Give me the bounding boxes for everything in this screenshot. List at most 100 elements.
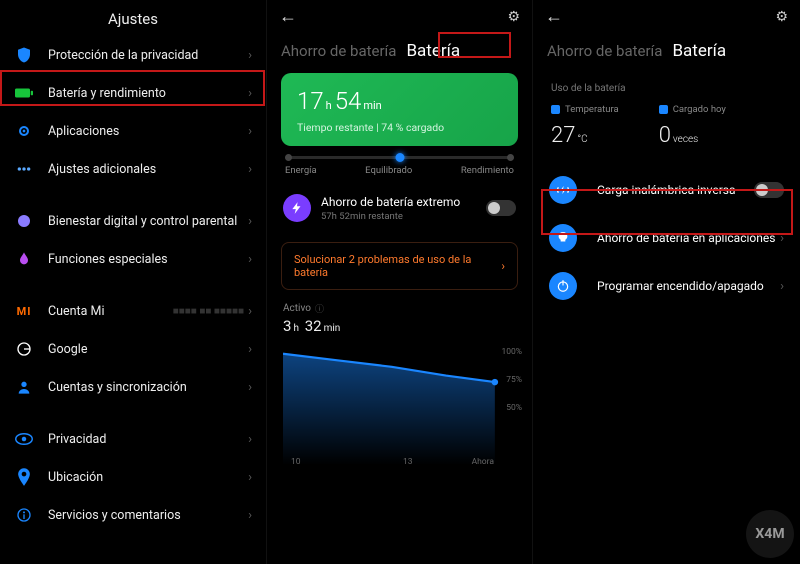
charged-label: Cargado hoy: [673, 104, 726, 115]
chevron-right-icon: ›: [248, 124, 252, 139]
hours-unit: h: [326, 99, 332, 112]
chevron-right-icon: ›: [780, 231, 784, 246]
chevron-right-icon: ›: [248, 380, 252, 395]
hours-value: 17: [297, 87, 324, 115]
power-icon: [549, 272, 577, 300]
chevron-right-icon: ›: [248, 432, 252, 447]
more-icon: [14, 159, 34, 179]
fix-problems-card[interactable]: Solucionar 2 problemas de uso de la bate…: [281, 242, 518, 290]
feedback-icon: [14, 505, 34, 525]
x-tick: 13: [403, 457, 413, 467]
performance-slider[interactable]: Energía Equilibrado Rendimiento: [285, 156, 514, 176]
slider-label-energy: Energía: [285, 165, 317, 176]
sidebar-item-wellbeing[interactable]: Bienestar digital y control parental ›: [0, 202, 266, 240]
slider-thumb[interactable]: [395, 153, 404, 162]
active-label: Activoⓘ: [283, 302, 516, 315]
tab-battery-saver[interactable]: Ahorro de batería: [547, 42, 662, 60]
charge-icon: [659, 105, 668, 114]
usage-section-label: Uso de la batería: [551, 83, 782, 94]
temp-value: 27: [551, 123, 575, 148]
back-button[interactable]: ←: [545, 6, 563, 27]
slider-tick: [507, 154, 514, 161]
chevron-right-icon: ›: [780, 279, 784, 294]
sidebar-item-privacy-protection[interactable]: Protección de la privacidad ›: [0, 36, 266, 74]
chevron-right-icon: ›: [248, 342, 252, 357]
sidebar-item-special[interactable]: Funciones especiales ›: [0, 240, 266, 278]
settings-title: Ajustes: [0, 0, 266, 36]
chevron-right-icon: ›: [248, 508, 252, 523]
extreme-toggle[interactable]: [486, 200, 516, 216]
wellbeing-icon: [14, 211, 34, 231]
sidebar-item-mi-account[interactable]: MI Cuenta Mi ■■■■ ■■ ■■■■■ ›: [0, 292, 266, 330]
temperature-stat: Temperatura 27°C: [551, 104, 619, 148]
chevron-right-icon: ›: [248, 162, 252, 177]
reverse-charge-toggle[interactable]: [754, 182, 784, 198]
settings-pane: Ajustes Protección de la privacidad › Ba…: [0, 0, 267, 564]
battery-detail-pane: ← ⚙ Ahorro de batería Batería 17h54min T…: [267, 0, 533, 564]
bolt-icon: [283, 194, 311, 222]
schedule-power-row[interactable]: Programar encendido/apagado ›: [533, 262, 800, 310]
app-battery-saver-row[interactable]: Ahorro de batería en aplicaciones ›: [533, 214, 800, 262]
mins-value: 54: [335, 87, 362, 115]
y-tick: 50%: [506, 403, 522, 413]
charged-value: 0: [659, 123, 671, 148]
slider-tick: [285, 154, 292, 161]
item-label: Google: [48, 342, 248, 357]
fix-label: Solucionar 2 problemas de uso de la bate…: [294, 253, 501, 279]
item-label: Servicios y comentarios: [48, 508, 248, 523]
row-label: Carga inalámbrica inversa: [597, 183, 754, 197]
shield-icon: [14, 45, 34, 65]
bulb-icon: [549, 224, 577, 252]
tab-battery[interactable]: Batería: [672, 41, 726, 61]
sidebar-item-apps[interactable]: Aplicaciones ›: [0, 112, 266, 150]
time-remaining: 17h54min: [297, 87, 502, 115]
chevron-right-icon: ›: [248, 304, 252, 319]
location-icon: [14, 467, 34, 487]
item-label: Cuenta Mi: [48, 304, 173, 319]
settings-gear-icon[interactable]: ⚙: [775, 9, 788, 25]
reverse-charge-icon: [549, 176, 577, 204]
item-label: Privacidad: [48, 432, 248, 447]
tab-bar: Ahorro de batería Batería: [267, 27, 532, 73]
eye-icon: [14, 429, 34, 449]
reverse-wireless-charge-row[interactable]: Carga inalámbrica inversa: [533, 166, 800, 214]
sidebar-item-google[interactable]: Google ›: [0, 330, 266, 368]
sidebar-item-feedback[interactable]: Servicios y comentarios ›: [0, 496, 266, 534]
item-label: Ubicación: [48, 470, 248, 485]
sync-icon: [14, 377, 34, 397]
sidebar-item-location[interactable]: Ubicación ›: [0, 458, 266, 496]
chevron-right-icon: ›: [248, 86, 252, 101]
item-label: Protección de la privacidad: [48, 48, 248, 63]
apps-icon: [14, 121, 34, 141]
chevron-right-icon: ›: [248, 470, 252, 485]
mins-unit: min: [363, 99, 381, 112]
sidebar-item-privacy[interactable]: Privacidad ›: [0, 420, 266, 458]
tab-battery-saver[interactable]: Ahorro de batería: [281, 42, 396, 60]
battery-stats: Temperatura 27°C Cargado hoy 0veces: [533, 104, 800, 166]
battery-usage-chart: 100% 75% 50% 10 13 Ahora: [283, 345, 522, 465]
temp-label: Temperatura: [565, 104, 619, 115]
item-label: Aplicaciones: [48, 124, 248, 139]
battery-status-card: 17h54min Tiempo restante | 74 % cargado: [281, 73, 518, 146]
row-label: Programar encendido/apagado: [597, 279, 780, 293]
item-label: Bienestar digital y control parental: [48, 214, 248, 229]
sidebar-item-additional[interactable]: Ajustes adicionales ›: [0, 150, 266, 188]
battery-subtitle: Tiempo restante | 74 % cargado: [297, 121, 502, 134]
active-mins: 32: [305, 317, 322, 335]
battery-options-pane: ← ⚙ Ahorro de batería Batería Uso de la …: [533, 0, 800, 564]
item-label: Cuentas y sincronización: [48, 380, 248, 395]
info-icon: ⓘ: [315, 302, 324, 315]
tab-battery[interactable]: Batería: [406, 41, 460, 61]
y-tick: 75%: [506, 375, 522, 385]
active-hours: 3: [283, 317, 291, 335]
sidebar-item-battery-performance[interactable]: Batería y rendimiento ›: [0, 74, 266, 112]
charged-unit: veces: [673, 134, 698, 145]
tab-bar: Ahorro de batería Batería: [533, 27, 800, 77]
settings-gear-icon[interactable]: ⚙: [507, 9, 520, 25]
sidebar-item-sync[interactable]: Cuentas y sincronización ›: [0, 368, 266, 406]
back-button[interactable]: ←: [279, 6, 297, 27]
account-name: ■■■■ ■■ ■■■■■: [173, 306, 244, 317]
temp-unit: °C: [577, 134, 587, 145]
extreme-title: Ahorro de batería extremo: [321, 195, 486, 209]
extreme-saver-row[interactable]: Ahorro de batería extremo 57h 52min rest…: [267, 180, 532, 236]
